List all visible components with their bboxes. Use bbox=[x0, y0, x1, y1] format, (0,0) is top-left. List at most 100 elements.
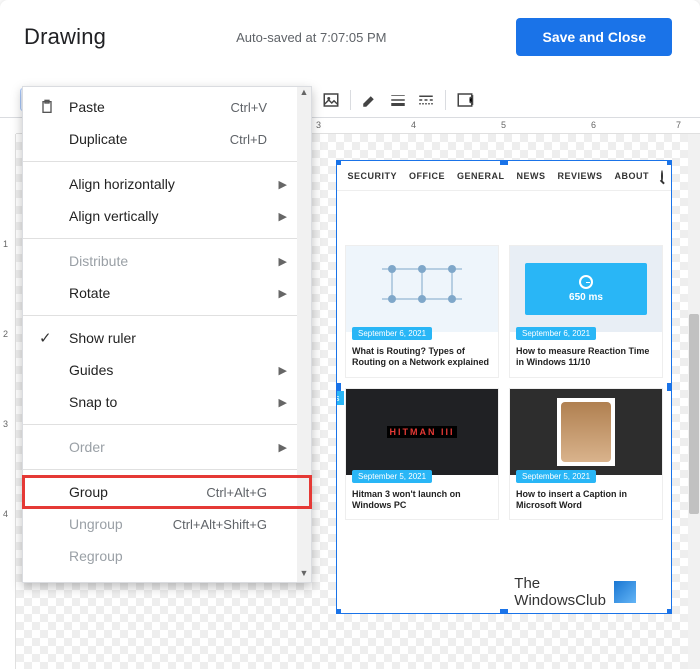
menu-separator bbox=[23, 469, 311, 470]
menu-order: Order▶ bbox=[23, 431, 311, 463]
ruler-tick: 3 bbox=[3, 419, 8, 429]
menu-guides[interactable]: Guides ▶ bbox=[23, 354, 311, 386]
submenu-arrow-icon: ▶ bbox=[279, 255, 287, 268]
menu-item-label: Guides bbox=[69, 362, 113, 378]
format-options-icon[interactable] bbox=[452, 87, 478, 113]
border-weight-icon[interactable] bbox=[385, 87, 411, 113]
nav-about: ABOUT bbox=[615, 171, 650, 181]
watermark-logo: The WindowsClub bbox=[514, 575, 636, 609]
check-icon: ✓ bbox=[39, 329, 52, 347]
resize-handle[interactable] bbox=[336, 383, 341, 391]
ruler-tick: 7 bbox=[676, 120, 681, 130]
menu-shortcut: Ctrl+Alt+G bbox=[206, 485, 267, 500]
nav-security: SECURITY bbox=[347, 171, 397, 181]
watermark-text: WindowsClub bbox=[514, 592, 606, 609]
submenu-arrow-icon: ▶ bbox=[279, 287, 287, 300]
menu-separator bbox=[23, 238, 311, 239]
menu-shortcut: Ctrl+D bbox=[230, 132, 267, 147]
menu-item-label: Align horizontally bbox=[69, 176, 175, 192]
submenu-arrow-icon: ▶ bbox=[279, 210, 287, 223]
cat-photo bbox=[561, 402, 611, 462]
ruler-tick: 4 bbox=[411, 120, 416, 130]
resize-handle[interactable] bbox=[500, 609, 508, 614]
menu-item-label: Snap to bbox=[69, 394, 117, 410]
toolbar-separator bbox=[445, 90, 446, 110]
article-card: September 5, 2021 How to insert a Captio… bbox=[509, 388, 663, 521]
scrollbar-thumb[interactable] bbox=[689, 314, 699, 514]
menu-shortcut: Ctrl+V bbox=[231, 100, 267, 115]
menu-snap-to[interactable]: Snap to ▶ bbox=[23, 386, 311, 418]
actions-menu: ▲ ▼ Paste Ctrl+V Duplicate Ctrl+D Align … bbox=[22, 86, 312, 583]
resize-handle[interactable] bbox=[336, 609, 341, 614]
vertical-scrollbar[interactable] bbox=[688, 134, 700, 669]
menu-separator bbox=[23, 315, 311, 316]
menu-item-label: Regroup bbox=[69, 548, 123, 564]
menu-item-label: Distribute bbox=[69, 253, 128, 269]
ruler-tick: 1 bbox=[3, 239, 8, 249]
border-dash-icon[interactable] bbox=[413, 87, 439, 113]
menu-item-label: Align vertically bbox=[69, 208, 158, 224]
resize-handle[interactable] bbox=[667, 160, 672, 165]
toolbar-separator bbox=[350, 90, 351, 110]
menu-group[interactable]: Group Ctrl+Alt+G bbox=[23, 476, 311, 508]
search-icon bbox=[661, 170, 663, 182]
resize-handle[interactable] bbox=[667, 383, 672, 391]
network-diagram-icon bbox=[372, 259, 472, 319]
menu-item-label: Duplicate bbox=[69, 131, 127, 147]
date-badge: September 6, 2021 bbox=[352, 327, 432, 340]
border-color-icon[interactable] bbox=[357, 87, 383, 113]
date-badge: September 5, 2021 bbox=[352, 470, 432, 483]
article-card: September 6, 2021 What is Routing? Types… bbox=[345, 245, 499, 378]
ruler-tick: 3 bbox=[316, 120, 321, 130]
article-card: HITMAN III September 5, 2021 Hitman 3 wo… bbox=[345, 388, 499, 521]
site-nav: DOWNLOADS SECURITY OFFICE GENERAL NEWS R… bbox=[337, 161, 671, 191]
submenu-arrow-icon: ▶ bbox=[279, 364, 287, 377]
menu-paste[interactable]: Paste Ctrl+V bbox=[23, 91, 311, 123]
menu-rotate[interactable]: Rotate ▶ bbox=[23, 277, 311, 309]
menu-show-ruler[interactable]: ✓ Show ruler bbox=[23, 322, 311, 354]
dialog-header: Drawing Auto-saved at 7:07:05 PM Save an… bbox=[0, 0, 700, 56]
resize-handle[interactable] bbox=[667, 609, 672, 614]
image-tool-icon[interactable] bbox=[318, 87, 344, 113]
menu-align-horizontally[interactable]: Align horizontally▶ bbox=[23, 168, 311, 200]
ruler-tick: 2 bbox=[3, 329, 8, 339]
paste-icon bbox=[39, 99, 55, 115]
nav-general: GENERAL bbox=[457, 171, 505, 181]
menu-item-label: Ungroup bbox=[69, 516, 123, 532]
menu-ungroup: Ungroup Ctrl+Alt+Shift+G bbox=[23, 508, 311, 540]
menu-separator bbox=[23, 161, 311, 162]
ruler-tick: 4 bbox=[3, 509, 8, 519]
menu-item-label: Paste bbox=[69, 99, 105, 115]
watermark-square-icon bbox=[614, 581, 636, 603]
menu-align-vertically[interactable]: Align vertically ▶ bbox=[23, 200, 311, 232]
watermark-text: The bbox=[514, 575, 606, 592]
date-badge: September 6, 2021 bbox=[516, 327, 596, 340]
resize-handle[interactable] bbox=[500, 160, 508, 165]
menu-regroup: Regroup bbox=[23, 540, 311, 572]
ruler-tick: 5 bbox=[501, 120, 506, 130]
menu-separator bbox=[23, 424, 311, 425]
date-badge: September 5, 2021 bbox=[516, 470, 596, 483]
cropped-tab: ytes bbox=[336, 391, 344, 405]
hitman-logo: HITMAN III bbox=[387, 426, 456, 438]
save-and-close-button[interactable]: Save and Close bbox=[516, 18, 672, 56]
menu-item-label: Rotate bbox=[69, 285, 110, 301]
menu-item-label: Show ruler bbox=[69, 330, 136, 346]
menu-duplicate[interactable]: Duplicate Ctrl+D bbox=[23, 123, 311, 155]
article-card: 650 ms September 6, 2021 How to measure … bbox=[509, 245, 663, 378]
embedded-webpage: DOWNLOADS SECURITY OFFICE GENERAL NEWS R… bbox=[337, 161, 671, 520]
vertical-ruler: 1 2 3 4 bbox=[0, 134, 16, 669]
resize-handle[interactable] bbox=[336, 160, 341, 165]
dialog-title: Drawing bbox=[24, 24, 106, 50]
menu-distribute: Distribute ▶ bbox=[23, 245, 311, 277]
nav-office: OFFICE bbox=[409, 171, 445, 181]
ruler-tick: 6 bbox=[591, 120, 596, 130]
submenu-arrow-icon: ▶ bbox=[279, 396, 287, 409]
reaction-ms: 650 ms bbox=[569, 292, 603, 303]
nav-reviews: REVIEWS bbox=[557, 171, 602, 181]
autosave-status: Auto-saved at 7:07:05 PM bbox=[236, 30, 386, 45]
selected-image-object[interactable]: DOWNLOADS SECURITY OFFICE GENERAL NEWS R… bbox=[336, 160, 672, 614]
menu-shortcut: Ctrl+Alt+Shift+G bbox=[173, 517, 267, 532]
menu-item-label: Group bbox=[69, 484, 108, 500]
clock-icon bbox=[579, 275, 593, 289]
